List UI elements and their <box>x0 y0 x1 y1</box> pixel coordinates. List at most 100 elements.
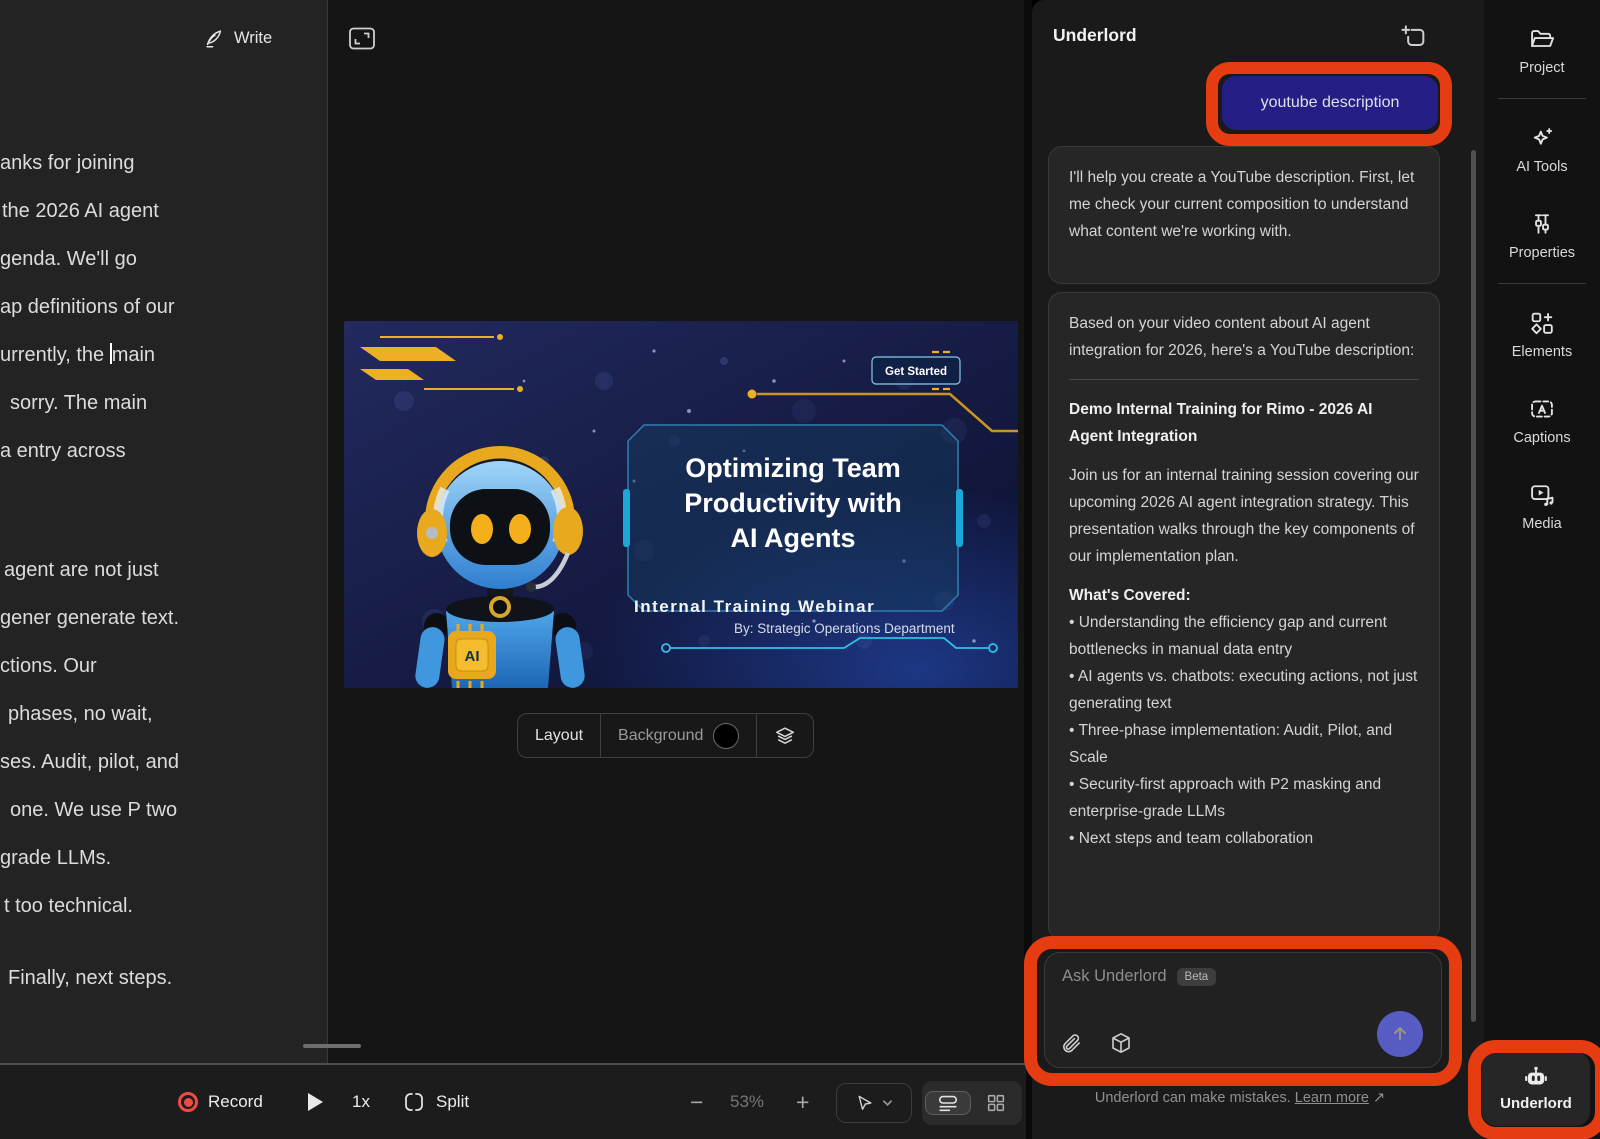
slide-subtitle: Internal Training Webinar <box>634 597 875 616</box>
bullet-item: Security-first approach with P2 masking … <box>1069 771 1419 825</box>
svg-text:Optimizing Team: Optimizing Team <box>685 453 901 483</box>
background-color-swatch[interactable] <box>713 723 739 749</box>
sidebar-item-properties[interactable]: Properties <box>1484 199 1600 271</box>
sidebar-divider <box>1498 98 1586 99</box>
slide-title-panel: Optimizing Team Productivity with AI Age… <box>623 425 963 611</box>
bullet-item: Understanding the efficiency gap and cur… <box>1069 609 1419 663</box>
grid-view-button[interactable] <box>973 1091 1019 1115</box>
cursor-icon <box>855 1093 875 1113</box>
zoom-out-button[interactable]: − <box>690 1065 703 1139</box>
fullscreen-icon <box>348 26 376 51</box>
play-icon <box>308 1093 323 1111</box>
attach-button[interactable] <box>1060 1031 1083 1055</box>
captions-icon <box>1528 395 1556 423</box>
send-button[interactable] <box>1377 1011 1423 1057</box>
split-button[interactable]: Split <box>402 1065 469 1139</box>
record-label: Record <box>208 1092 263 1112</box>
zoom-in-button[interactable]: + <box>796 1065 809 1139</box>
record-button[interactable]: Record <box>178 1065 263 1139</box>
write-button[interactable]: Write <box>203 22 272 54</box>
speed-label: 1x <box>352 1092 370 1112</box>
new-chat-button[interactable] <box>1400 22 1432 54</box>
sidebar-item-captions[interactable]: Captions <box>1484 384 1600 456</box>
sliders-icon <box>1528 210 1556 238</box>
pointer-tool-dropdown[interactable] <box>836 1083 912 1123</box>
sidebar-item-media[interactable]: Media <box>1484 470 1600 542</box>
zoom-level: 53% <box>730 1065 764 1139</box>
transcript-line: gener generate text. <box>0 594 327 642</box>
ask-input-placeholder: Ask Underlord <box>1062 967 1167 986</box>
layout-label: Layout <box>535 727 583 745</box>
sidebar-divider <box>1498 283 1586 284</box>
cube-icon <box>1109 1031 1133 1055</box>
user-message-text: youtube description <box>1261 94 1400 112</box>
youtube-summary: Join us for an internal training session… <box>1069 462 1419 570</box>
panel-seam <box>1024 0 1032 1139</box>
folder-icon <box>1528 25 1556 53</box>
beta-badge: Beta <box>1177 968 1217 986</box>
assistant-message-text: I'll help you create a YouTube descripti… <box>1069 164 1419 245</box>
svg-text:Productivity with: Productivity with <box>684 488 902 518</box>
slide-byline: By: Strategic Operations Department <box>734 621 955 636</box>
transcript-line: t too technical. <box>0 882 327 930</box>
transcript-line: agent are not just <box>0 546 327 594</box>
ask-underlord-input[interactable]: Ask Underlord Beta <box>1044 952 1442 1068</box>
description-lead: Based on your video content about AI age… <box>1069 310 1419 364</box>
underlord-panel-title: Underlord <box>1053 25 1137 46</box>
grid-view-icon <box>985 1092 1007 1114</box>
layers-button[interactable] <box>756 714 813 757</box>
chat-scrollbar[interactable] <box>1471 150 1476 1022</box>
svg-text:Get Started: Get Started <box>885 366 947 378</box>
svg-text:AI Agents: AI Agents <box>730 523 855 553</box>
fullscreen-button[interactable] <box>348 25 378 52</box>
transcript-line: a entry across <box>0 427 327 475</box>
transcript-line: anks for joining <box>0 139 327 187</box>
robot-icon <box>1523 1066 1549 1090</box>
view-toggle-group <box>922 1081 1022 1125</box>
playback-speed-button[interactable]: 1x <box>352 1065 370 1139</box>
assistant-message-description: Based on your video content about AI age… <box>1048 292 1440 940</box>
transcript-line: urrently, the main <box>0 331 327 379</box>
plus-icon: + <box>796 1089 809 1116</box>
elements-icon <box>1528 309 1556 337</box>
background-label: Background <box>618 727 703 745</box>
background-button[interactable]: Background <box>600 714 756 757</box>
bullet-item: Next steps and team collaboration <box>1069 825 1419 852</box>
layout-button[interactable]: Layout <box>518 714 600 757</box>
scene-toolbar: Layout Background <box>517 713 814 758</box>
layers-icon <box>774 725 796 747</box>
transcript-line: the 2026 AI agent <box>0 187 327 235</box>
write-label: Write <box>234 29 272 48</box>
play-button[interactable] <box>308 1065 323 1139</box>
context-cube-button[interactable] <box>1109 1031 1133 1055</box>
learn-more-link[interactable]: Learn more <box>1295 1090 1369 1106</box>
sidebar-item-ai-tools[interactable]: AI Tools <box>1484 113 1600 185</box>
transport-bar: Record 1x Split − 53% + <box>0 1063 1026 1139</box>
sidebar-item-underlord[interactable]: Underlord <box>1482 1052 1590 1126</box>
slide-artwork: Get Started Optimizing Team Productivity… <box>344 321 1018 688</box>
script-view-button[interactable] <box>925 1091 971 1115</box>
timeline-drag-handle[interactable] <box>303 1044 361 1048</box>
media-icon <box>1528 481 1556 509</box>
transcript-line: ses. Audit, pilot, and <box>0 738 327 786</box>
sidebar-nav: Project AI Tools Properties Elements Cap… <box>1484 0 1600 542</box>
transcript-line: phases, no wait, <box>0 690 327 738</box>
script-view-icon <box>937 1092 959 1114</box>
video-preview[interactable]: Get Started Optimizing Team Productivity… <box>344 321 1018 688</box>
external-link-icon: ↗ <box>1373 1090 1385 1106</box>
transcript-line: sorry. The main <box>0 379 327 427</box>
send-arrow-icon <box>1389 1023 1411 1045</box>
chevron-down-icon <box>882 1099 893 1107</box>
transcript-line: ap definitions of our <box>0 283 327 331</box>
quill-icon <box>203 27 225 49</box>
paperclip-icon <box>1060 1032 1083 1055</box>
transcript[interactable]: anks for joining the 2026 AI agent genda… <box>0 139 327 1002</box>
transcript-line: genda. We'll go <box>0 235 327 283</box>
sidebar-item-project[interactable]: Project <box>1484 14 1600 86</box>
new-chat-icon <box>1400 24 1428 52</box>
ai-chip: AI <box>448 624 496 688</box>
split-label: Split <box>436 1092 469 1112</box>
sidebar-item-elements[interactable]: Elements <box>1484 298 1600 370</box>
transcript-line: one. We use P two <box>0 786 327 834</box>
assistant-message: I'll help you create a YouTube descripti… <box>1048 146 1440 284</box>
